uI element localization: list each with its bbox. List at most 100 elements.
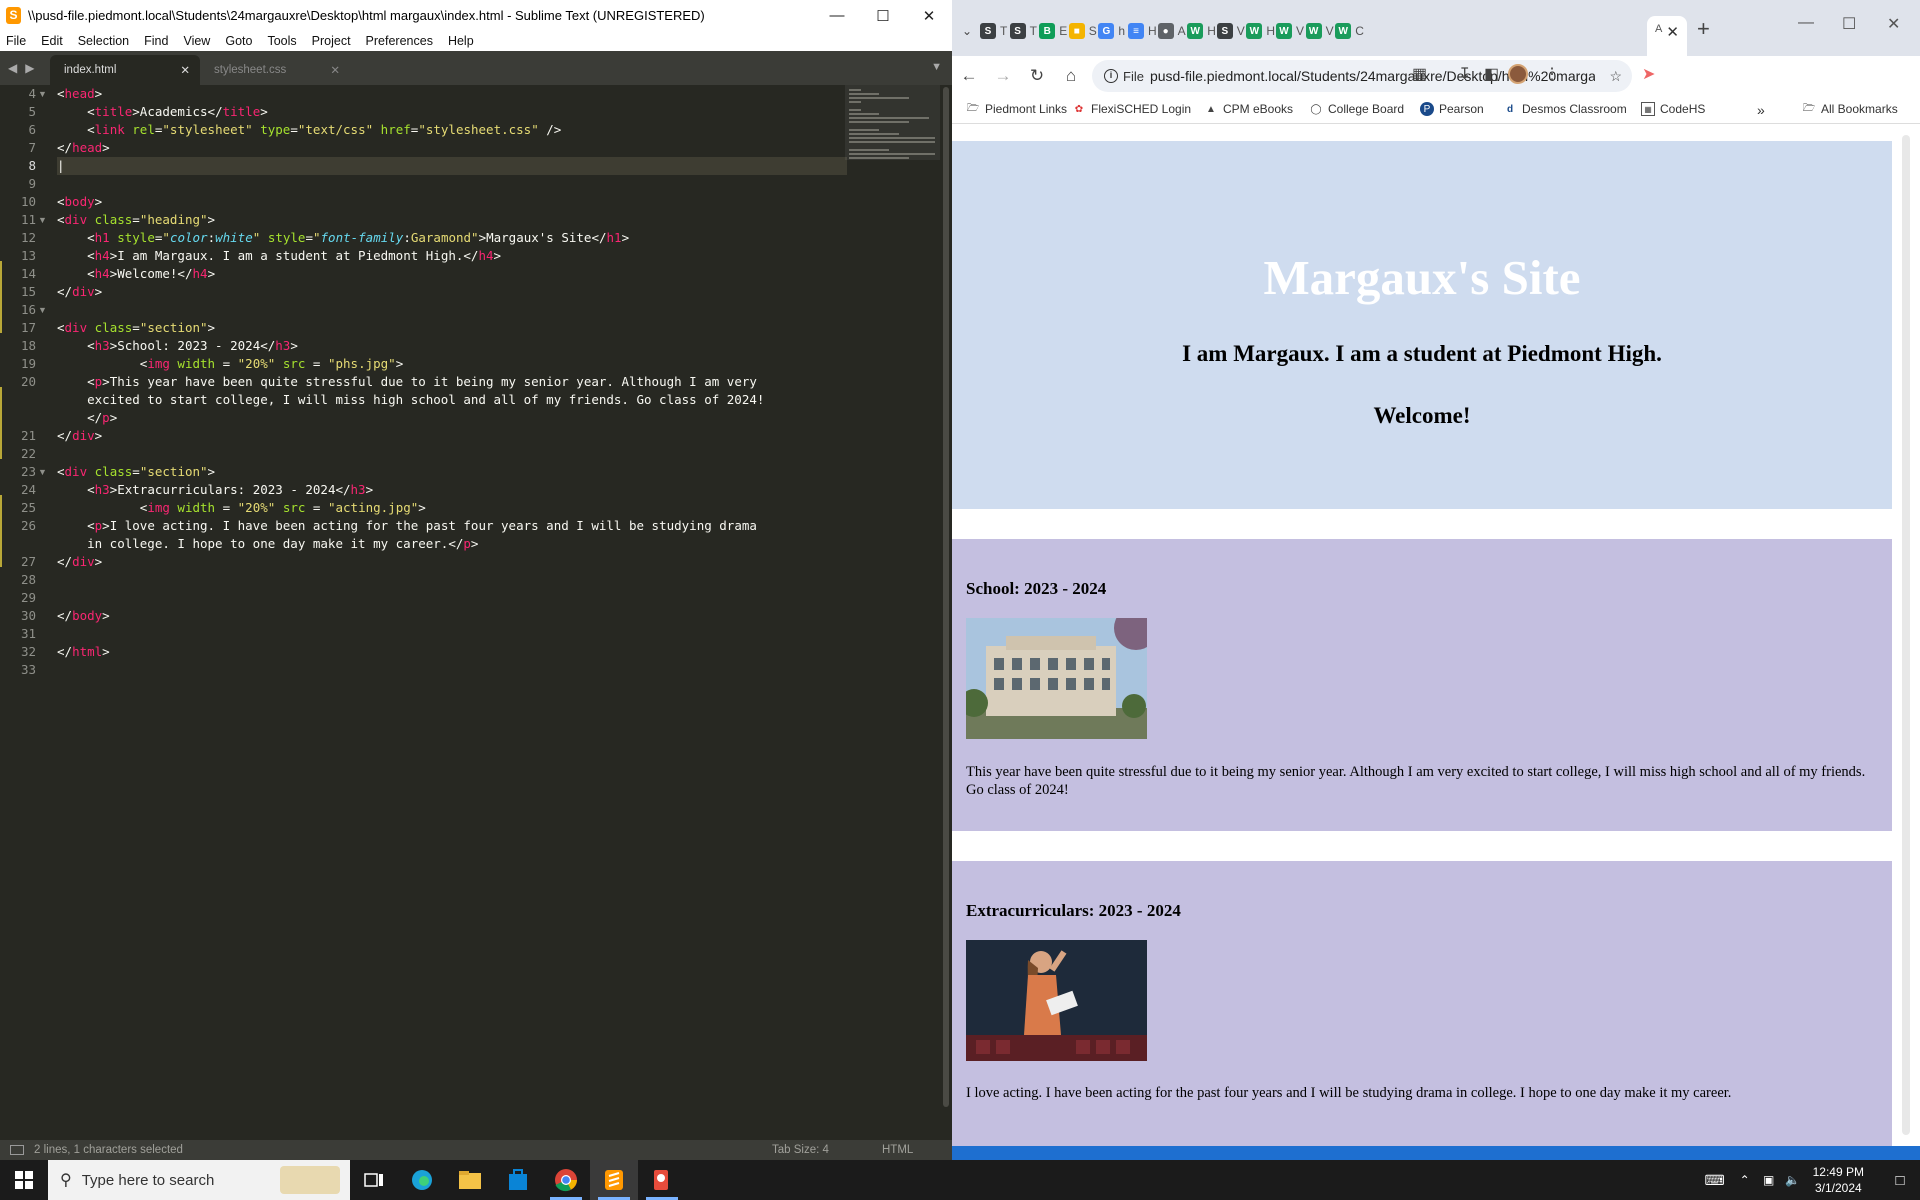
menu-find[interactable]: Find bbox=[144, 34, 168, 48]
chrome-tab[interactable]: ■ S bbox=[1068, 16, 1097, 46]
puzzle-extensions-icon[interactable]: ▦ bbox=[1412, 64, 1427, 84]
line-number: 20 bbox=[20, 374, 36, 389]
panel-toggle-icon[interactable] bbox=[10, 1145, 24, 1155]
start-button[interactable] bbox=[0, 1160, 48, 1200]
minimize-button[interactable]: — bbox=[814, 0, 860, 31]
school-building-image bbox=[966, 618, 1147, 739]
menu-goto[interactable]: Goto bbox=[225, 34, 252, 48]
volume-icon[interactable]: 🔈 bbox=[1781, 1173, 1805, 1187]
line-number: 13 bbox=[20, 248, 36, 263]
fold-arrow-icon[interactable]: ▼ bbox=[38, 85, 47, 103]
fold-arrow-icon[interactable]: ▼ bbox=[38, 211, 47, 229]
menu-preferences[interactable]: Preferences bbox=[366, 34, 433, 48]
taskbar-search[interactable]: ⚲ Type here to search bbox=[48, 1160, 350, 1200]
task-view-icon[interactable] bbox=[350, 1160, 398, 1200]
file-explorer-icon[interactable] bbox=[446, 1160, 494, 1200]
search-highlight-icon bbox=[280, 1166, 340, 1194]
chrome-tab[interactable]: WV bbox=[1276, 16, 1304, 46]
chrome-minimize-button[interactable]: — bbox=[1798, 14, 1814, 32]
chrome-tab[interactable]: WH bbox=[1187, 16, 1216, 46]
menu-edit[interactable]: Edit bbox=[41, 34, 63, 48]
clock[interactable]: 12:49 PM 3/1/2024 bbox=[1813, 1164, 1864, 1196]
fold-arrow-icon[interactable]: ▼ bbox=[38, 463, 47, 481]
menu-help[interactable]: Help bbox=[448, 34, 474, 48]
bookmark-piedmont-links[interactable]: 🗁 Piedmont Links bbox=[966, 102, 1067, 116]
chrome-tab[interactable]: ≡ H bbox=[1128, 16, 1157, 46]
tab-close-icon[interactable]: ✕ bbox=[180, 63, 190, 77]
tab-size-status[interactable]: Tab Size: 4 bbox=[772, 1144, 882, 1156]
active-tab-label: A bbox=[1655, 23, 1663, 35]
chrome-taskbar-icon[interactable] bbox=[542, 1160, 590, 1200]
chrome-maximize-button[interactable]: ☐ bbox=[1842, 14, 1856, 34]
bookmark-codehs[interactable]: ▦ CodeHS bbox=[1641, 102, 1705, 116]
code-editor[interactable]: 4 5 6 7 8 9 10 11 12 13 14 15 16 17 18 19 20 21 22 23 24 25 26… bbox=[0, 85, 940, 1140]
tab-next-icon[interactable]: ▶ bbox=[25, 61, 34, 75]
tab-close-icon[interactable]: ✕ bbox=[330, 63, 340, 77]
chrome-tab[interactable]: WH bbox=[1246, 16, 1275, 46]
line-number: 17 bbox=[20, 320, 36, 335]
minimap[interactable] bbox=[845, 85, 940, 165]
keyboard-icon[interactable]: ⌨ bbox=[1697, 1172, 1733, 1189]
menu-project[interactable]: Project bbox=[312, 34, 351, 48]
tab-index-html[interactable]: index.html ✕ bbox=[50, 55, 200, 85]
network-icon[interactable]: ▣ bbox=[1757, 1173, 1781, 1187]
tab-stylesheet-css[interactable]: stylesheet.css ✕ bbox=[200, 55, 350, 85]
notifications-icon[interactable]: □ bbox=[1880, 1172, 1920, 1189]
maximize-button[interactable]: ☐ bbox=[860, 0, 906, 31]
tab-label: V bbox=[1296, 24, 1305, 38]
new-tab-button[interactable]: + bbox=[1697, 16, 1710, 42]
all-bookmarks-button[interactable]: 🗁 All Bookmarks bbox=[1802, 102, 1898, 116]
bookmark-desmos[interactable]: d Desmos Classroom bbox=[1503, 102, 1627, 116]
tab-label: T bbox=[1000, 24, 1008, 38]
school-heading: School: 2023 - 2024 bbox=[966, 579, 1107, 598]
tab-label: E bbox=[1059, 24, 1068, 38]
folder-icon: 🗁 bbox=[1802, 102, 1816, 114]
line-number: 6 bbox=[28, 122, 36, 137]
tab-search-icon[interactable]: ⌄ bbox=[962, 16, 972, 46]
menu-tools[interactable]: Tools bbox=[267, 34, 296, 48]
tab-favicon-icon: W bbox=[1187, 23, 1204, 39]
bookmark-flexisched[interactable]: ✿ FlexiSCHED Login bbox=[1072, 102, 1191, 116]
chrome-tab[interactable]: ● A bbox=[1157, 16, 1186, 46]
chrome-menu-icon[interactable]: ⋮ bbox=[1544, 64, 1560, 84]
chrome-tab[interactable]: ST bbox=[980, 16, 1007, 46]
chrome-tab[interactable]: Gh bbox=[1098, 16, 1125, 46]
bookmark-college-board[interactable]: ◯ College Board bbox=[1309, 102, 1404, 116]
side-panel-icon[interactable]: ◧ bbox=[1484, 64, 1499, 84]
edge-icon[interactable] bbox=[398, 1160, 446, 1200]
bookmark-pearson[interactable]: P Pearson bbox=[1420, 102, 1484, 116]
show-hidden-icons[interactable]: ⌃ bbox=[1733, 1173, 1757, 1187]
page-scrollbar-thumb[interactable] bbox=[1902, 135, 1910, 1135]
scrollbar-thumb[interactable] bbox=[943, 87, 949, 1107]
close-button[interactable]: ✕ bbox=[906, 0, 952, 31]
chrome-tab[interactable]: ST bbox=[1009, 16, 1037, 46]
fold-arrow-icon[interactable]: ▼ bbox=[38, 301, 47, 319]
tab-close-icon[interactable]: ✕ bbox=[1666, 23, 1679, 41]
syntax-status[interactable]: HTML bbox=[882, 1144, 952, 1156]
web-page-viewport[interactable]: Margaux's Site I am Margaux. I am a stud… bbox=[952, 125, 1920, 1146]
page-scrollbar[interactable] bbox=[1894, 125, 1920, 1146]
chrome-tab[interactable]: WV bbox=[1305, 16, 1334, 46]
intro-text: I am Margaux. I am a student at Piedmont… bbox=[1182, 341, 1662, 366]
tab-overflow-icon[interactable]: ▼ bbox=[931, 61, 942, 73]
profile-avatar[interactable] bbox=[1508, 64, 1528, 84]
menu-file[interactable]: File bbox=[6, 34, 26, 48]
menu-view[interactable]: View bbox=[183, 34, 210, 48]
store-icon[interactable] bbox=[494, 1160, 542, 1200]
chrome-close-button[interactable]: ✕ bbox=[1887, 14, 1900, 34]
tab-label: index.html bbox=[64, 64, 117, 76]
clock-time: 12:49 PM bbox=[1812, 1165, 1864, 1179]
tab-label: T bbox=[1029, 24, 1037, 38]
sublime-taskbar-icon[interactable] bbox=[590, 1160, 638, 1200]
chrome-tab[interactable]: WC bbox=[1335, 16, 1364, 46]
paint-icon[interactable] bbox=[638, 1160, 686, 1200]
download-icon[interactable]: ↧ bbox=[1458, 64, 1471, 84]
chrome-tab[interactable]: BE bbox=[1039, 16, 1067, 46]
bookmarks-overflow-icon[interactable]: » bbox=[1757, 102, 1765, 118]
chrome-tab[interactable]: SV bbox=[1216, 16, 1245, 46]
editor-scrollbar[interactable] bbox=[940, 85, 952, 1140]
line-number: 7 bbox=[28, 140, 36, 155]
tab-prev-icon[interactable]: ◀ bbox=[8, 61, 17, 75]
menu-selection[interactable]: Selection bbox=[78, 34, 129, 48]
bookmark-cpm-ebooks[interactable]: ▲ CPM eBooks bbox=[1204, 102, 1293, 116]
